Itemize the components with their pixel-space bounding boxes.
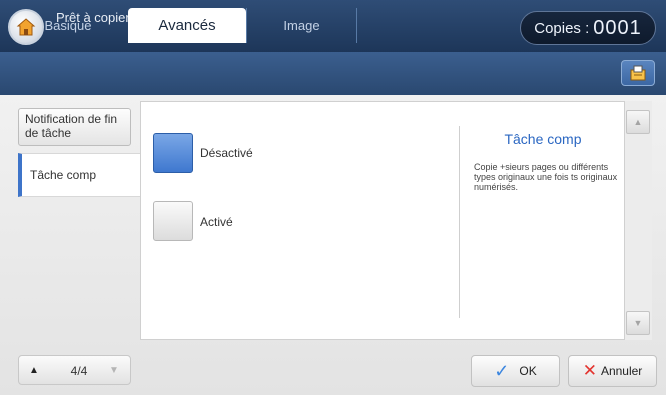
page-navigator: ▲ 4/4 ▼ [18,355,131,385]
option-desactive-label: Désactivé [200,146,253,160]
option-active-label: Activé [200,215,233,229]
cancel-button[interactable]: ✕ Annuler [568,355,657,387]
tab-empty [356,8,606,43]
tab-bar [0,52,666,95]
sidebar-item-tache-comp[interactable]: Tâche comp [18,153,142,197]
scroll-down-button[interactable]: ▼ [626,311,650,335]
triangle-down-icon: ▼ [633,318,643,328]
scroll-up-button[interactable]: ▲ [626,110,650,134]
info-title: Tâche comp [504,131,582,147]
info-description: Copie +sieurs pages ou différents types … [474,162,618,192]
triangle-down-icon: ▼ [109,364,119,376]
page-indicator: 4/4 [70,364,88,378]
x-icon: ✕ [582,361,597,380]
ok-button[interactable]: ✓ OK [471,355,560,387]
option-active-button[interactable] [153,201,193,241]
sidebar-item-notification[interactable]: Notification de fin de tâche [18,108,131,146]
page-up-button[interactable]: ▲ [21,358,47,382]
scrollbar[interactable] [624,101,652,340]
page-down-button[interactable]: ▼ [101,358,127,382]
document-stack-icon [630,65,646,81]
check-icon: ✓ [494,360,510,381]
ok-label: OK [519,364,537,378]
tab-basique[interactable]: Basique [8,8,128,43]
tab-image[interactable]: Image [246,8,356,43]
triangle-up-icon: ▲ [633,117,643,127]
tab-avances[interactable]: Avancés [128,8,246,43]
tab-menu-button[interactable] [621,60,655,86]
option-desactive-button[interactable] [153,133,193,173]
triangle-up-icon: ▲ [29,364,39,376]
sidebar-item-label: Tâche comp [30,168,97,182]
cancel-label: Annuler [600,364,643,378]
panel-divider [459,126,460,318]
